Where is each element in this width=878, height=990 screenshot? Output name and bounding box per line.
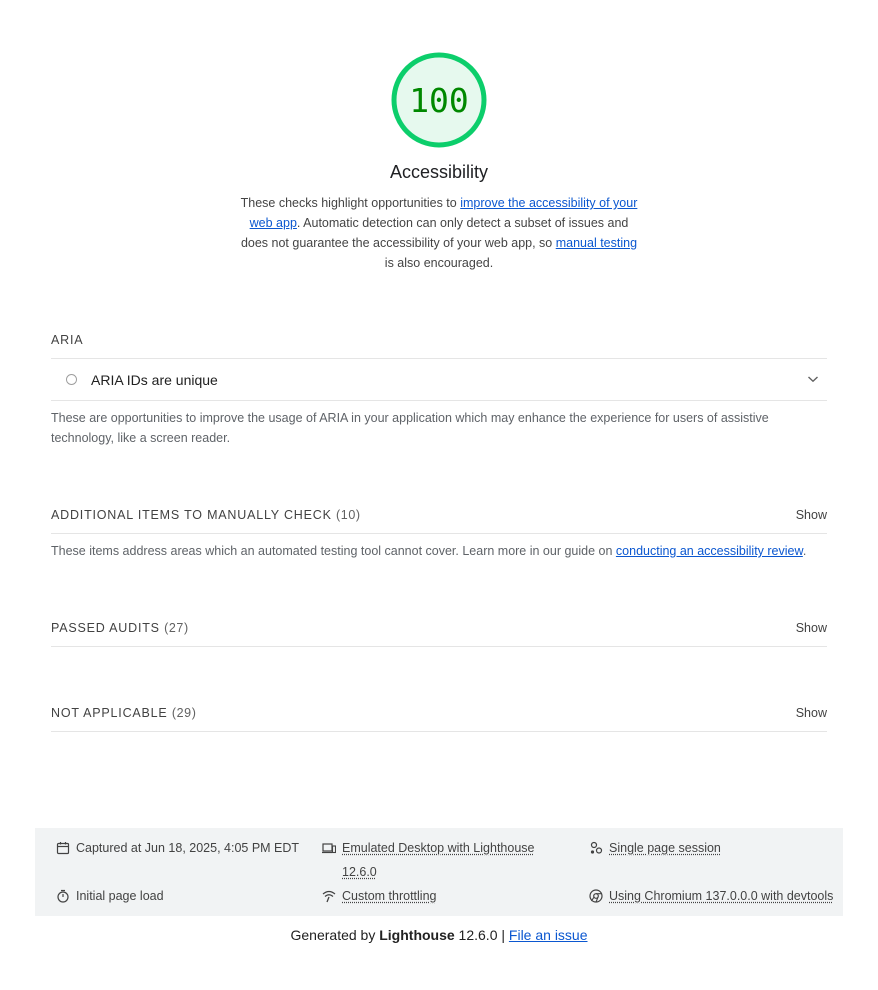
session-item[interactable]: Single page session <box>589 836 829 860</box>
category-title: Accessibility <box>389 162 489 182</box>
section-count: (10) <box>336 508 361 522</box>
file-an-issue-link[interactable]: File an issue <box>509 927 588 943</box>
not-applicable-show-button[interactable]: Show <box>796 706 827 720</box>
not-applicable-section-heading[interactable]: NOT APPLICABLE (29) <box>51 706 827 720</box>
manual-testing-link[interactable]: manual testing <box>556 236 637 250</box>
score-value: 100 <box>409 80 469 120</box>
section-count: (27) <box>164 621 189 635</box>
throttling-text: Custom throttling <box>342 889 437 903</box>
session-icon <box>590 841 603 854</box>
section-heading-label: ADDITIONAL ITEMS TO MANUALLY CHECK <box>51 508 332 522</box>
lighthouse-brand: Lighthouse <box>379 927 455 943</box>
manual-desc-text: . <box>802 544 807 558</box>
category-desc-text: These checks highlight opportunities to <box>240 196 461 210</box>
chrome-icon <box>589 889 603 903</box>
manual-desc-text: These items address areas which an autom… <box>51 544 616 558</box>
section-heading-label: PASSED AUDITS <box>51 621 160 635</box>
audit-title: ARIA IDs are unique <box>91 372 218 388</box>
passed-audits-section-heading[interactable]: PASSED AUDITS (27) <box>51 621 827 635</box>
chromium-version-item[interactable]: Using Chromium 137.0.0.0 with devtools <box>589 884 839 908</box>
chromium-version-text: Using Chromium 137.0.0.0 with devtools <box>609 889 834 903</box>
network-icon <box>322 890 336 903</box>
chevron-down-icon[interactable] <box>807 374 819 384</box>
section-count: (29) <box>171 706 197 720</box>
initial-load-item: Initial page load <box>56 884 316 908</box>
divider <box>51 646 827 647</box>
throttling-item[interactable]: Custom throttling <box>322 884 567 908</box>
divider <box>51 400 827 401</box>
score-gauge: 100 <box>391 52 487 148</box>
accessibility-review-link[interactable]: conducting an accessibility review <box>616 544 803 558</box>
audit-status-icon <box>66 374 77 385</box>
manual-check-show-button[interactable]: Show <box>796 508 827 522</box>
category-description: These checks highlight opportunities to … <box>237 193 641 273</box>
aria-section-heading: ARIA <box>51 333 84 347</box>
aria-section-description: These are opportunities to improve the u… <box>51 411 769 445</box>
divider <box>51 731 827 732</box>
passed-audits-show-button[interactable]: Show <box>796 621 827 635</box>
emulated-device-text: Emulated Desktop with Lighthouse 12.6.0 <box>342 841 535 879</box>
generated-by-footer: Generated by Lighthouse 12.6.0 | File an… <box>0 927 878 943</box>
category-desc-text: is also encouraged. <box>384 256 494 270</box>
session-text: Single page session <box>609 841 721 855</box>
calendar-icon <box>56 842 70 855</box>
divider <box>51 533 827 534</box>
emulated-device-item[interactable]: Emulated Desktop with Lighthouse 12.6.0 <box>322 836 567 884</box>
captured-at-text: Captured at Jun 18, 2025, 4:05 PM EDT <box>76 841 300 855</box>
initial-load-text: Initial page load <box>76 889 164 903</box>
devices-icon <box>322 843 336 854</box>
manual-check-description: These items address areas which an autom… <box>51 541 827 561</box>
lighthouse-version: 12.6.0 | <box>454 927 509 943</box>
captured-at-item: Captured at Jun 18, 2025, 4:05 PM EDT <box>56 836 316 860</box>
audit-row-aria-ids-unique[interactable]: ARIA IDs are unique <box>51 359 827 400</box>
section-heading-label: NOT APPLICABLE <box>51 706 168 720</box>
timer-icon <box>57 889 69 903</box>
generated-prefix: Generated by <box>290 927 380 943</box>
manual-check-section-heading[interactable]: ADDITIONAL ITEMS TO MANUALLY CHECK (10) <box>51 508 827 522</box>
